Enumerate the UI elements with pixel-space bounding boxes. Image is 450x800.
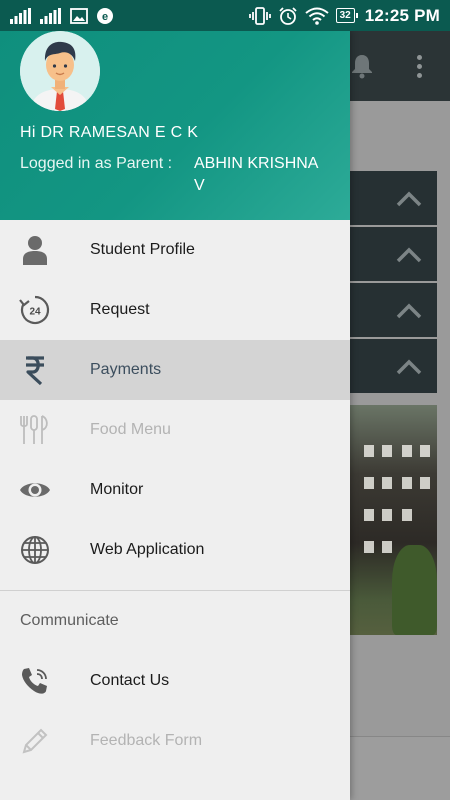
chevron-up-icon — [396, 191, 422, 207]
battery-level: 32 — [339, 10, 351, 21]
menu-item-contact-us[interactable]: Contact Us — [0, 651, 350, 711]
person-icon — [18, 233, 52, 267]
menu-item-label: Food Menu — [90, 421, 171, 438]
signal-icon — [10, 7, 32, 24]
more-icon — [417, 55, 422, 78]
menu-item-request[interactable]: 24 Request — [0, 280, 350, 340]
clock-24-icon: 24 — [18, 293, 52, 327]
chevron-up-icon — [396, 303, 422, 319]
menu-item-label: Payments — [90, 361, 162, 378]
cutlery-icon — [18, 413, 52, 447]
background-building-photo — [350, 405, 437, 635]
rupee-icon — [18, 353, 52, 387]
drawer-menu: Student Profile 24 Request Payments Food… — [0, 220, 350, 580]
alarm-icon — [278, 6, 298, 26]
menu-item-food-menu[interactable]: Food Menu — [0, 400, 350, 460]
background-row — [350, 171, 437, 225]
browser-icon: e — [96, 7, 114, 25]
background-rows — [350, 171, 437, 395]
menu-item-payments[interactable]: Payments — [0, 340, 350, 400]
pencil-icon — [18, 724, 52, 758]
phone-icon — [18, 664, 52, 698]
signal-icon — [40, 7, 62, 24]
communicate-menu: Contact Us Feedback Form — [0, 651, 350, 771]
menu-item-label: Monitor — [90, 481, 144, 498]
logged-in-label: Logged in as Parent : — [20, 155, 173, 172]
svg-text:e: e — [102, 11, 108, 23]
drawer-header: Hi DR RAMESAN E C K Logged in as Parent … — [0, 31, 350, 220]
menu-item-label: Student Profile — [90, 241, 195, 258]
background-row — [350, 227, 437, 281]
svg-text:24: 24 — [29, 307, 41, 318]
chevron-up-icon — [396, 359, 422, 375]
menu-item-label: Feedback Form — [90, 732, 203, 749]
image-icon — [70, 7, 88, 24]
background-bottom-bar — [350, 736, 450, 800]
menu-item-label: Request — [90, 301, 150, 318]
menu-item-monitor[interactable]: Monitor — [0, 460, 350, 520]
menu-item-label: Contact Us — [90, 672, 170, 689]
vibrate-icon — [248, 6, 271, 25]
menu-item-label: Web Application — [90, 541, 205, 558]
wifi-icon — [304, 7, 329, 25]
background-row — [350, 283, 437, 337]
status-bar: e 32 12:25 PM — [0, 0, 450, 31]
menu-item-web-application[interactable]: Web Application — [0, 520, 350, 580]
greeting-text: Hi DR RAMESAN E C K — [20, 124, 199, 141]
bell-icon — [350, 53, 374, 84]
chevron-up-icon — [396, 247, 422, 263]
globe-icon — [18, 533, 52, 567]
avatar — [20, 31, 100, 111]
navigation-drawer: Hi DR RAMESAN E C K Logged in as Parent … — [0, 31, 350, 800]
section-title-communicate: Communicate — [20, 612, 119, 629]
menu-item-student-profile[interactable]: Student Profile — [0, 220, 350, 280]
background-row — [350, 339, 437, 393]
menu-item-feedback-form[interactable]: Feedback Form — [0, 711, 350, 771]
logged-in-name: ABHIN KRISHNA V — [194, 155, 318, 194]
clock: 12:25 PM — [364, 5, 440, 25]
battery-icon: 32 — [335, 8, 358, 23]
eye-icon — [18, 473, 52, 507]
